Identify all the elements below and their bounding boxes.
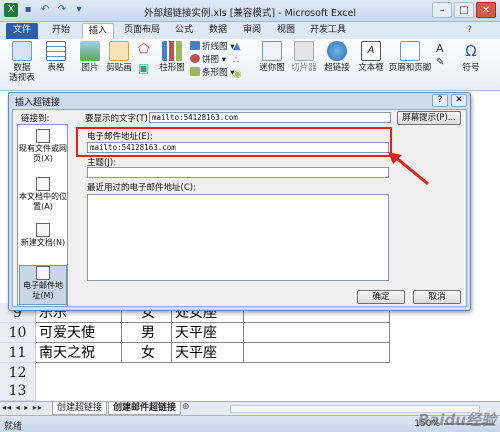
recent-emails-list[interactable] (87, 194, 389, 281)
tab-developer[interactable]: 开发工具 (306, 23, 350, 39)
row-header[interactable]: 11 (0, 343, 36, 363)
new-document-icon (36, 223, 50, 237)
header-footer-icon (400, 41, 420, 61)
status-ready: 就绪 (4, 422, 23, 432)
tab-formulas[interactable]: 公式 (170, 23, 198, 39)
cell-gender[interactable]: 女 (122, 343, 172, 363)
sheet-nav-arrows-icon[interactable]: ◂◂ ◂ ▸ ▸▸ (2, 403, 43, 412)
clipart-button[interactable]: 剪贴画 (104, 41, 134, 73)
table-button[interactable]: 表格 (42, 41, 70, 73)
dialog-help-button[interactable]: ? (432, 94, 448, 107)
link-option-place-in-document[interactable]: 本文档中的位置(A) (19, 177, 67, 212)
document-place-icon (36, 177, 50, 191)
email-icon (36, 266, 50, 280)
subject-input[interactable] (87, 167, 389, 178)
slicer-icon (294, 41, 314, 61)
help-icon[interactable]: ? (467, 25, 472, 35)
row-header[interactable]: 13 (0, 381, 36, 401)
cell-sign[interactable]: 天平座 (172, 343, 244, 363)
cell-blank[interactable] (244, 343, 390, 363)
symbol-icon: Ω (465, 42, 477, 60)
hyperlink-icon (327, 41, 347, 61)
link-option-new-document[interactable]: 新建文档(N) (19, 223, 67, 248)
signature-line-icon[interactable]: ✎ (436, 57, 444, 68)
column-chart-button[interactable]: 柱形图 (158, 41, 186, 73)
textbox-button[interactable]: A 文本框 (356, 41, 386, 73)
close-button[interactable]: ✕ (476, 2, 496, 18)
cell-name[interactable]: 南天之祝 (36, 343, 122, 363)
annotation-arrow (388, 152, 429, 186)
dialog-title: 插入超链接 (15, 98, 61, 108)
hyperlink-button[interactable]: 超链接 (322, 41, 352, 73)
other-charts-icon[interactable]: ◉ (233, 69, 242, 80)
smartart-icon[interactable]: ▣ (138, 61, 149, 75)
cell-gender[interactable]: 男 (122, 323, 172, 343)
clipart-icon (109, 41, 129, 61)
table-icon (46, 41, 66, 61)
insert-hyperlink-dialog: 插入超链接 ? ✕ 链接到: 要显示的文字(T): mailto:5412816… (8, 92, 471, 311)
column-chart-icon (162, 41, 182, 61)
symbol-button[interactable]: Ω 符号 (458, 41, 484, 73)
link-option-existing-file[interactable]: 现有文件或网页(X) (19, 129, 67, 164)
window-controls: – □ ✕ (432, 2, 496, 18)
line-chart-button[interactable]: 折线图 ▾ (190, 41, 234, 53)
header-footer-button[interactable]: 页眉和页脚 (388, 41, 432, 73)
link-option-email-address[interactable]: 电子邮件地址(M) (19, 265, 67, 305)
watermark: Baidu经验 (417, 411, 496, 429)
tab-page-layout[interactable]: 页面布局 (120, 23, 164, 39)
tab-insert[interactable]: 插入 (82, 23, 114, 39)
scatter-chart-icon[interactable]: ∴ (233, 55, 239, 66)
maximize-button[interactable]: □ (454, 2, 474, 18)
ribbon-insert: 数据 透视表 表格 图片 剪贴画 ⬠ ▣ 柱形图 折线图 ▾ 饼图 ▾ 条形图 … (0, 39, 500, 91)
ok-button[interactable]: 确定 (357, 290, 405, 304)
wordart-icon[interactable]: A (436, 42, 444, 55)
tab-data[interactable]: 数据 (204, 23, 232, 39)
pivot-table-button[interactable]: 数据 透视表 (4, 41, 40, 83)
pivot-table-icon (12, 41, 32, 61)
bar-chart-button[interactable]: 条形图 ▾ (190, 67, 234, 79)
dialog-close-button[interactable]: ✕ (451, 94, 467, 107)
sheet-tab[interactable]: 创建超链接 (52, 402, 108, 415)
area-chart-icon[interactable]: ▲ (233, 41, 241, 52)
display-text-label: 要显示的文字(T): (85, 114, 151, 124)
tab-view[interactable]: 视图 (272, 23, 300, 39)
web-page-icon (36, 129, 50, 143)
slicer-button[interactable]: 切片器 (290, 41, 318, 73)
cell-blank[interactable] (244, 323, 390, 343)
line-chart-icon (190, 41, 200, 50)
row-header[interactable]: 12 (0, 363, 36, 383)
recent-emails-label: 最近用过的电子邮件地址(C): (87, 183, 196, 193)
tab-home[interactable]: 开始 (46, 23, 76, 39)
shapes-icon[interactable]: ⬠ (138, 42, 149, 57)
link-to-label: 链接到: (21, 114, 50, 124)
screentip-button[interactable]: 屏幕提示(P)... (397, 111, 461, 125)
cancel-button[interactable]: 取消 (413, 290, 461, 304)
sheet-tab[interactable]: 创建邮件超链接 (108, 402, 182, 415)
bar-chart-icon (190, 67, 200, 76)
email-highlight-box (76, 127, 392, 157)
pie-chart-icon (190, 54, 200, 63)
tab-file[interactable]: 文件 (6, 23, 38, 39)
textbox-icon: A (361, 41, 381, 61)
picture-button[interactable]: 图片 (76, 41, 104, 73)
cell-name[interactable]: 可爱天使 (36, 323, 122, 343)
pie-chart-button[interactable]: 饼图 ▾ (190, 54, 226, 66)
picture-icon (80, 41, 100, 61)
link-to-panel: 现有文件或网页(X) 本文档中的位置(A) 新建文档(N) 电子邮件地址(M) (17, 124, 68, 307)
ribbon-tabs: 文件 开始 插入 页面布局 公式 数据 审阅 视图 开发工具 ? (0, 22, 500, 39)
cell-sign[interactable]: 天平座 (172, 323, 244, 343)
title-bar: X ▪ ↶ ↷ ▾ 外部超链接实例.xls [兼容模式] - Microsoft… (0, 0, 500, 22)
sparkline-button[interactable]: 迷你图 (258, 41, 286, 73)
tab-review[interactable]: 审阅 (238, 23, 266, 39)
insert-sheet-icon[interactable]: ⊕ (182, 402, 190, 412)
row-header[interactable]: 10 (0, 323, 36, 343)
sparkline-icon (262, 41, 282, 61)
window-title: 外部超链接实例.xls [兼容模式] - Microsoft Excel (143, 8, 357, 19)
display-text-input[interactable]: mailto:54128163.com (149, 112, 391, 123)
minimize-button[interactable]: – (432, 2, 452, 18)
